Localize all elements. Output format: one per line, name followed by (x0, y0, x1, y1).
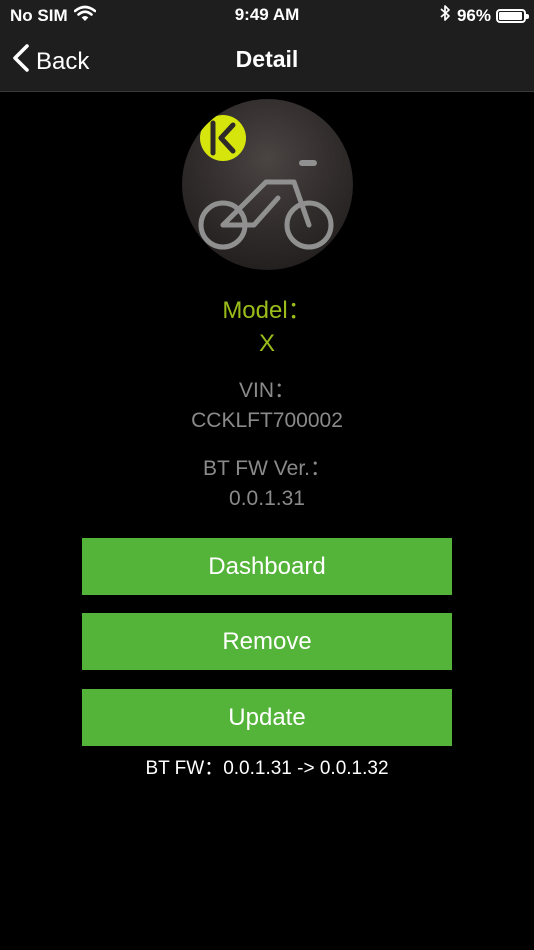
update-button[interactable]: Update (82, 689, 452, 746)
battery-percent: 96% (456, 5, 491, 25)
bluetooth-icon (440, 4, 451, 27)
model-info: Model： X (0, 290, 534, 358)
page-title: Detail (235, 46, 299, 72)
firmware-info: BT FW Ver.： 0.0.1.31 (0, 452, 534, 511)
firmware-update-note: BT FW：0.0.1.31 -> 0.0.1.32 (145, 758, 389, 779)
status-bar: No SIM 9:49 AM 96% (0, 0, 534, 30)
battery-level-fill (499, 11, 522, 20)
vin-info: VIN： CCKLFT700002 (0, 374, 534, 433)
vin-label: VIN： (238, 379, 295, 402)
vin-value: CCKLFT700002 (191, 409, 343, 432)
remove-button[interactable]: Remove (82, 613, 452, 670)
device-avatar (182, 99, 353, 270)
dashboard-button[interactable]: Dashboard (82, 538, 452, 595)
bicycle-icon (196, 155, 341, 260)
battery-icon (496, 8, 529, 23)
firmware-label: BT FW Ver.： (203, 457, 331, 480)
model-value: X (258, 330, 275, 357)
status-right: 96% (440, 4, 529, 27)
navigation-bar: Back Detail (0, 30, 534, 92)
firmware-value: 0.0.1.31 (229, 487, 305, 510)
model-label: Model： (222, 297, 312, 324)
